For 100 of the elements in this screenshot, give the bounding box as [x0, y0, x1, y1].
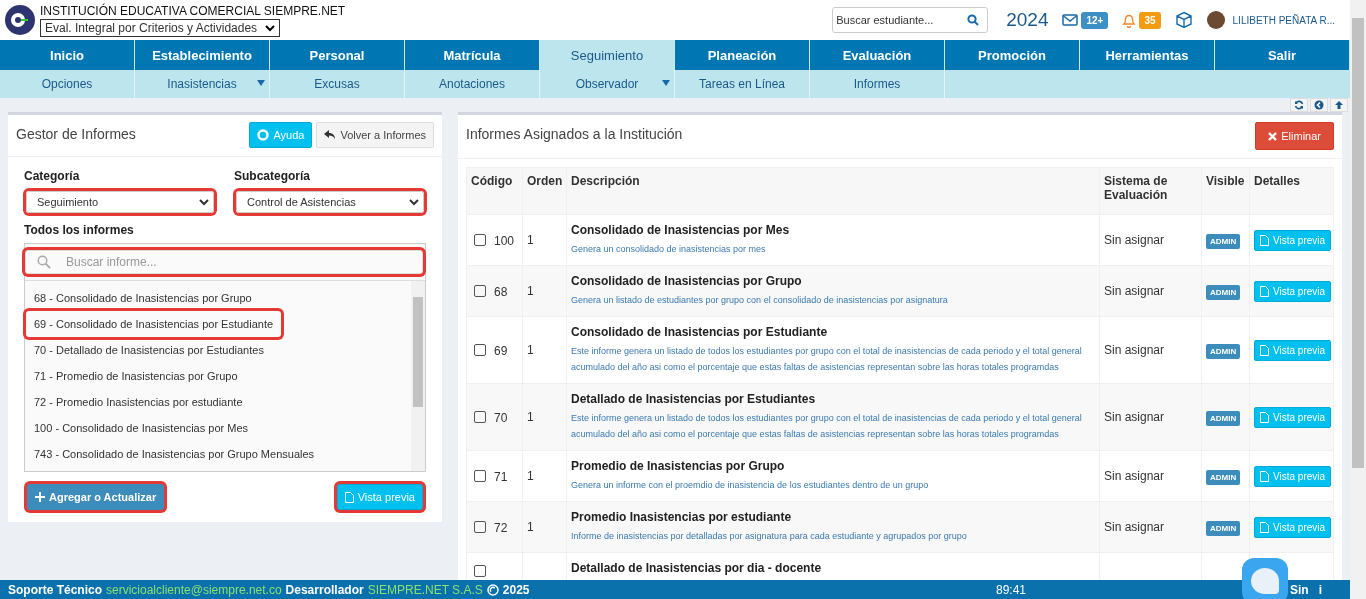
avatar[interactable]: [1206, 11, 1225, 29]
order-cell: 1: [527, 469, 534, 483]
code-cell: 70: [494, 410, 508, 425]
document-icon: [1260, 234, 1269, 246]
subnav-item[interactable]: Excusas: [270, 70, 405, 98]
report-list-item[interactable]: 100 - Consolidado de Inasistencias por Mes: [26, 415, 256, 441]
row-checkbox[interactable]: [474, 234, 486, 247]
student-search-field[interactable]: Buscar estudiante...: [832, 7, 989, 33]
nav-tab[interactable]: Seguimiento: [540, 40, 675, 70]
caret-icon: [257, 80, 265, 86]
session-timer: 89:41: [995, 582, 1026, 597]
column-header: Código: [471, 174, 513, 188]
report-title: Detallado de Inasistencias por dia - docente: [571, 561, 823, 575]
search-icon[interactable]: [967, 14, 980, 26]
chevron-down-icon: [199, 198, 209, 206]
footer-text: Desarrollador: [285, 582, 364, 597]
visibility-badge: ADMIN: [1206, 234, 1241, 249]
footer-text: Soporte Técnico: [8, 582, 102, 597]
column-header: Descripción: [571, 174, 640, 188]
report-list-item[interactable]: 70 - Detallado de Inasistencias por Estudiantes: [26, 337, 272, 363]
code-cell: 71: [494, 469, 508, 484]
chat-button[interactable]: [1242, 558, 1288, 599]
report-list-item[interactable]: 69 - Consolidado de Inasistencias por Estudiante: [26, 311, 282, 337]
report-description: Genera un listado de estudiantes por grupo con el consolidado de inasistencias por asignatura: [571, 294, 949, 307]
visibility-badge: ADMIN: [1206, 411, 1241, 426]
subnav-item[interactable]: Inasistencias: [135, 70, 270, 98]
report-description: Informe de inasistencias por detalladas por asignatura para cada estudiante y agrupados por grupo: [571, 530, 968, 543]
report-description: Este informe genera un listado de todos los estudiantes por grupo con el total de inasistencias de cada periodo y el total general acumulado del año asi como el porcentaje que estas faltas de asistencias representan sobre las horas totales programdas: [571, 345, 1083, 374]
row-checkbox[interactable]: [474, 285, 486, 298]
chevron-down-icon: [409, 198, 419, 206]
brand-suffix: i: [1318, 582, 1322, 597]
order-cell: 1: [527, 410, 534, 424]
cube-icon[interactable]: [1174, 11, 1193, 29]
refresh-icon[interactable]: [1290, 98, 1308, 112]
document-icon: [1260, 411, 1269, 423]
institution-name: INSTITUCIÓN EDUCATIVA COMERCIAL SIEMPRE.NET: [40, 3, 346, 18]
page-scrollbar[interactable]: [1350, 0, 1366, 599]
report-description: Este informe genera un listado de todos los estudiantes por grupo con el total de inasistencias de cada periodo y el total general acumulado del año asi como el porcentaje que estas faltas de asistencias representan sobre las horas totales programdas: [571, 412, 1083, 441]
order-cell: 1: [527, 520, 534, 534]
row-checkbox[interactable]: [474, 521, 486, 534]
report-list-item[interactable]: 743 - Consolidado de Inasistencias por Grupo Mensuales: [26, 441, 323, 467]
evaluation-system-cell: Sin asignar: [1104, 520, 1165, 534]
caret-icon: [662, 80, 670, 86]
report-title: Consolidado de Inasistencias por Estudiante: [571, 325, 829, 339]
add-or-update-button[interactable]: Agregar o Actualizar: [27, 484, 165, 510]
document-icon: [1260, 344, 1269, 356]
document-icon: [1260, 521, 1269, 533]
back-icon[interactable]: [1310, 98, 1328, 112]
column-header: Visible: [1206, 174, 1245, 188]
visibility-badge: ADMIN: [1206, 521, 1241, 536]
subnav-item[interactable]: Tareas en Línea: [675, 70, 810, 98]
delete-button[interactable]: Eliminar: [1255, 122, 1334, 150]
developer-link[interactable]: SIEMPRE.NET S.A.S: [367, 582, 483, 597]
row-checkbox[interactable]: [474, 564, 486, 577]
subnav-item[interactable]: Opciones: [0, 70, 135, 98]
column-header: Detalles: [1254, 174, 1301, 188]
row-checkbox[interactable]: [474, 411, 486, 424]
plus-icon: [35, 492, 45, 502]
column-header: Orden: [527, 174, 563, 188]
subcategory-select[interactable]: Control de Asistencias: [236, 191, 424, 213]
report-search-field[interactable]: Buscar informe...: [25, 250, 423, 274]
visibility-badge: ADMIN: [1206, 285, 1241, 300]
subnav-item[interactable]: Informes: [810, 70, 945, 98]
report-description: Genera un informe con el proemdio de inasistencia de los estudiantes dentro de un grupo: [571, 479, 930, 492]
copyright-year: 2025: [502, 582, 530, 597]
list-scrollbar[interactable]: [411, 281, 425, 471]
evaluation-system-cell: Sin asignar: [1104, 233, 1165, 247]
order-cell: 1: [527, 343, 534, 357]
evaluation-select[interactable]: Eval. Integral por Criterios y Actividades: [40, 18, 281, 37]
report-title: Promedio de Inasistencias por Grupo: [571, 459, 786, 473]
report-list-item[interactable]: 72 - Promedio Inasistencias por estudiante: [26, 389, 251, 415]
user-name[interactable]: LILIBETH PEÑATA R...: [1232, 14, 1335, 26]
field-label: Todos los informes: [24, 223, 135, 237]
row-checkbox[interactable]: [474, 470, 486, 483]
lifebuoy-icon: [257, 129, 270, 141]
report-description: Genera un consolidado de inasistencias por mes: [571, 243, 767, 256]
code-cell: 72: [494, 520, 508, 535]
mail-icon[interactable]: [1062, 14, 1079, 26]
bell-icon[interactable]: [1122, 12, 1137, 28]
category-select[interactable]: Seguimiento: [26, 191, 214, 213]
copyright-icon: [486, 583, 499, 596]
close-icon: [1268, 131, 1278, 141]
row-checkbox[interactable]: [474, 344, 486, 357]
order-cell: 1: [527, 284, 534, 298]
code-cell: 68: [494, 284, 508, 299]
document-icon: [1260, 470, 1269, 482]
support-email-link[interactable]: servicioalcliente@siempre.net.co: [106, 582, 282, 597]
report-list-item[interactable]: 71 - Promedio de Inasistencias por Grupo: [26, 363, 246, 389]
back-to-reports-button[interactable]: Volver a Informes: [316, 122, 434, 148]
report-title: Promedio Inasistencias por estudiante: [571, 510, 793, 524]
panel-title: Gestor de Informes: [16, 125, 136, 142]
subnav-item[interactable]: Anotaciones: [405, 70, 540, 98]
report-list-item[interactable]: 68 - Consolidado de Inasistencias por Grupo: [26, 285, 260, 311]
field-label: Subcategoría: [234, 169, 312, 183]
subnav-item[interactable]: Observador: [540, 70, 675, 98]
arrow-up-icon[interactable]: [1330, 98, 1348, 112]
school-year[interactable]: 2024: [1006, 9, 1049, 31]
code-cell: 69: [494, 343, 508, 358]
document-icon: [344, 491, 354, 503]
evaluation-system-cell: Sin asignar: [1104, 284, 1165, 298]
